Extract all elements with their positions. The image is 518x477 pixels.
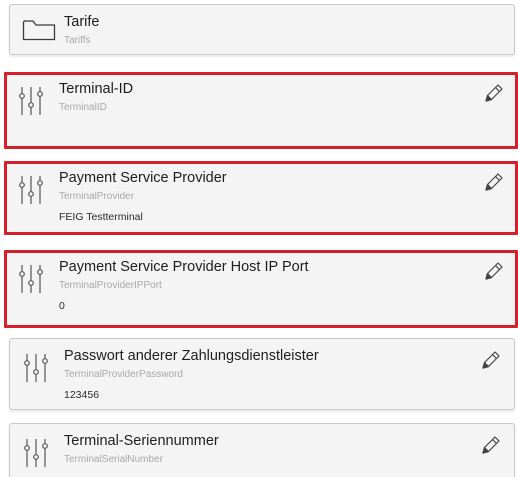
settings-item-tariffs[interactable]: Tarife Tariffs (9, 4, 515, 55)
settings-item-payment-service-provider[interactable]: Payment Service Provider TerminalProvide… (4, 161, 518, 235)
settings-item-provider-ip-port[interactable]: Payment Service Provider Host IP Port Te… (4, 250, 518, 328)
sliders-icon (24, 354, 48, 382)
setting-title: Passwort anderer Zahlungsdienstleister (64, 348, 319, 364)
setting-key: TerminalProvider (59, 191, 135, 202)
folder-icon (22, 20, 56, 41)
setting-key: TerminalProviderPassword (64, 369, 183, 380)
sliders-icon (24, 439, 48, 467)
sliders-icon (19, 87, 43, 115)
setting-key: Tariffs (64, 35, 91, 46)
pencil-icon[interactable] (483, 171, 505, 193)
setting-key: TerminalSerialNumber (64, 454, 163, 465)
setting-value: 0 (59, 300, 65, 312)
sliders-icon (19, 176, 43, 204)
setting-key: TerminalID (59, 102, 107, 113)
pencil-icon[interactable] (483, 82, 505, 104)
settings-item-provider-password[interactable]: Passwort anderer Zahlungsdienstleister T… (9, 338, 515, 410)
setting-title: Payment Service Provider Host IP Port (59, 259, 309, 275)
pencil-icon[interactable] (483, 260, 505, 282)
settings-item-terminal-serial-number[interactable]: Terminal-Seriennummer TerminalSerialNumb… (9, 423, 515, 477)
setting-title: Terminal-ID (59, 81, 134, 97)
settings-item-terminal-id[interactable]: Terminal-ID TerminalID (4, 72, 518, 149)
setting-title: Payment Service Provider (59, 170, 227, 186)
setting-value: 123456 (64, 389, 100, 401)
settings-list: Tarife Tariffs Terminal-ID TerminalID Pa… (0, 0, 518, 477)
pencil-icon[interactable] (480, 349, 502, 371)
pencil-icon[interactable] (480, 434, 502, 456)
setting-value: FEIG Testterminal (59, 211, 143, 223)
setting-title: Terminal-Seriennummer (64, 433, 219, 449)
sliders-icon (19, 265, 43, 293)
setting-title: Tarife (64, 14, 100, 30)
setting-key: TerminalProviderIPPort (59, 280, 162, 291)
